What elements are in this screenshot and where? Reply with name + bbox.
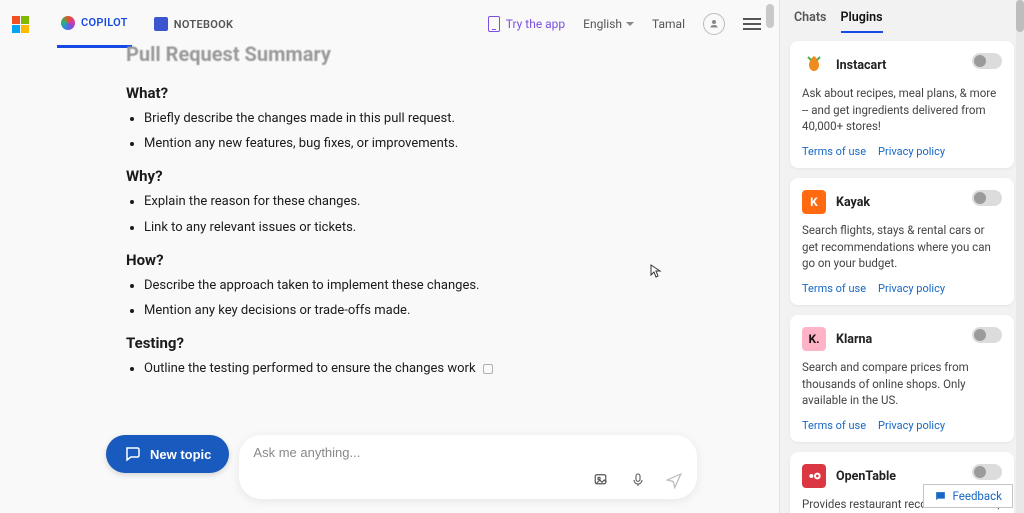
image-search-icon[interactable] <box>593 471 611 489</box>
list-item: Mention any key decisions or trade-offs … <box>144 302 666 320</box>
ask-input[interactable] <box>253 445 683 460</box>
plugin-card-klarna: K. Klarna Search and compare prices from… <box>790 315 1014 442</box>
user-name: Tamal <box>652 17 685 31</box>
language-selector[interactable]: English <box>583 17 634 31</box>
phone-icon <box>488 16 500 32</box>
heading-testing: Testing? <box>126 334 666 352</box>
heading-why: Why? <box>126 167 666 185</box>
chevron-down-icon <box>626 22 634 26</box>
person-icon <box>708 18 720 30</box>
plugin-toggle[interactable] <box>972 190 1002 206</box>
feedback-label: Feedback <box>953 489 1002 503</box>
mouse-cursor-icon <box>650 264 662 281</box>
notebook-icon <box>154 17 168 31</box>
try-app-label: Try the app <box>506 17 565 31</box>
tab-notebook[interactable]: NOTEBOOK <box>150 0 238 48</box>
terms-link[interactable]: Terms of use <box>802 282 866 295</box>
heading-what: What? <box>126 84 666 102</box>
opentable-icon <box>802 464 826 488</box>
side-scrollbar[interactable] <box>1016 0 1024 513</box>
plugin-desc: Search flights, stays & rental cars or g… <box>802 222 1002 272</box>
list-item: Mention any new features, bug fixes, or … <box>144 135 666 153</box>
plugin-desc: Search and compare prices from thousands… <box>802 359 1002 409</box>
tab-copilot[interactable]: COPILOT <box>57 0 132 48</box>
feedback-icon <box>934 490 947 503</box>
tab-copilot-label: COPILOT <box>81 16 128 29</box>
new-topic-button[interactable]: New topic <box>106 435 229 473</box>
list-item: Outline the testing performed to ensure … <box>144 360 666 378</box>
list-item: Briefly describe the changes made in thi… <box>144 110 666 128</box>
ask-input-container[interactable] <box>239 435 697 499</box>
list-item: Explain the reason for these changes. <box>144 193 666 211</box>
copilot-icon <box>61 16 75 30</box>
chat-response: Pull Request Summary What? Briefly descr… <box>126 42 666 385</box>
side-panel: Chats Plugins Instacart Ask about recipe… <box>779 0 1024 513</box>
menu-button[interactable] <box>743 18 761 30</box>
plugin-desc: Ask about recipes, meal plans, & more --… <box>802 85 1002 135</box>
kayak-icon: K <box>802 190 826 214</box>
terms-link[interactable]: Terms of use <box>802 419 866 432</box>
language-label: English <box>583 17 622 31</box>
doc-title: Pull Request Summary <box>126 42 666 66</box>
instacart-icon <box>802 53 826 77</box>
terms-link[interactable]: Terms of use <box>802 145 866 158</box>
try-app-link[interactable]: Try the app <box>488 16 565 32</box>
plugin-card-instacart: Instacart Ask about recipes, meal plans,… <box>790 41 1014 168</box>
new-topic-label: New topic <box>150 447 211 462</box>
microsoft-logo-icon <box>12 16 29 33</box>
feedback-button[interactable]: Feedback <box>923 484 1013 508</box>
klarna-icon: K. <box>802 327 826 351</box>
plugin-card-kayak: K Kayak Search flights, stays & rental c… <box>790 178 1014 305</box>
heading-how: How? <box>126 251 666 269</box>
user-avatar[interactable] <box>703 13 725 35</box>
privacy-link[interactable]: Privacy policy <box>878 282 945 295</box>
plugin-name: Kayak <box>836 195 870 210</box>
list-item: Describe the approach taken to implement… <box>144 277 666 295</box>
privacy-link[interactable]: Privacy policy <box>878 419 945 432</box>
list-item: Link to any relevant issues or tickets. <box>144 219 666 237</box>
microphone-icon[interactable] <box>629 471 647 489</box>
main-scrollbar[interactable] <box>766 0 774 513</box>
side-tab-plugins[interactable]: Plugins <box>841 10 883 33</box>
plugin-name: OpenTable <box>836 469 896 484</box>
send-icon[interactable] <box>665 471 683 489</box>
privacy-link[interactable]: Privacy policy <box>878 145 945 158</box>
plugin-toggle[interactable] <box>972 327 1002 343</box>
plugin-toggle[interactable] <box>972 464 1002 480</box>
chat-refresh-icon <box>124 445 142 463</box>
cursor-caret-icon <box>483 364 493 374</box>
side-tab-chats[interactable]: Chats <box>794 10 827 33</box>
plugin-toggle[interactable] <box>972 53 1002 69</box>
plugin-name: Instacart <box>836 58 886 73</box>
tab-notebook-label: NOTEBOOK <box>174 18 234 31</box>
plugin-name: Klarna <box>836 332 872 347</box>
